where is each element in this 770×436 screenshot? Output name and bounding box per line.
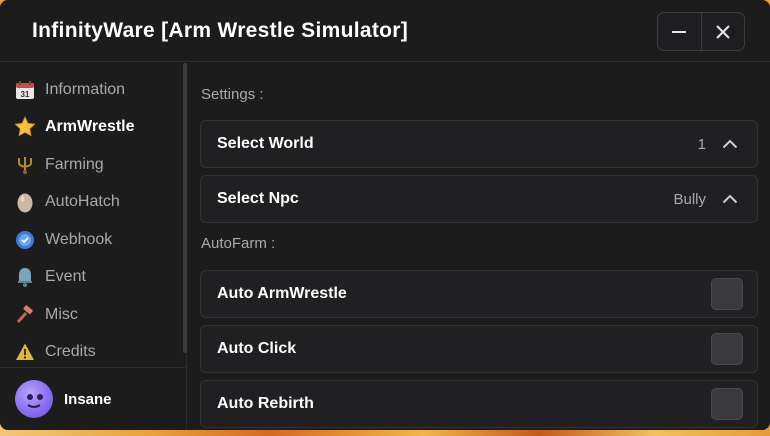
sidebar-item-label: Information	[45, 81, 126, 98]
username: Insane	[64, 390, 112, 408]
sidebar-item-information[interactable]: 31 Information	[0, 73, 180, 107]
sidebar-item-label: Farming	[45, 156, 104, 173]
egg-icon	[14, 191, 36, 213]
sidebar-item-label: Webhook	[45, 231, 113, 248]
sidebar-item-label: AutoHatch	[45, 193, 120, 210]
checkbox[interactable]	[711, 333, 743, 365]
toggle-label: Auto Click	[217, 340, 297, 357]
script-hub-window: InfinityWare [Arm Wrestle Simulator] 31 …	[0, 0, 770, 430]
sidebar: 31 Information ArmWrestle Farming AutoHa…	[0, 63, 187, 430]
star-icon	[14, 116, 36, 138]
warning-icon	[14, 341, 36, 363]
auto-click-toggle[interactable]: Auto Click	[200, 325, 758, 373]
auto-rebirth-toggle[interactable]: Auto Rebirth	[200, 380, 758, 428]
hammer-icon	[14, 304, 36, 326]
user-profile: Insane	[0, 367, 187, 430]
svg-text:31: 31	[21, 90, 30, 99]
calendar-icon: 31	[14, 79, 36, 101]
x-icon	[716, 24, 730, 39]
sidebar-scrollbar[interactable]	[183, 63, 187, 353]
sidebar-item-event[interactable]: Event	[0, 260, 180, 294]
sidebar-item-webhook[interactable]: Webhook	[0, 223, 180, 257]
avatar	[15, 380, 53, 418]
shield-badge-icon	[14, 229, 36, 251]
checkbox[interactable]	[711, 388, 743, 420]
content-panel: Settings : Select World 1 Select Npc Bul…	[188, 63, 770, 430]
sidebar-item-autohatch[interactable]: AutoHatch	[0, 185, 180, 219]
sidebar-item-armwrestle[interactable]: ArmWrestle	[0, 110, 180, 144]
sidebar-item-credits[interactable]: Credits	[0, 335, 180, 369]
sidebar-item-label: Event	[45, 268, 86, 285]
checkbox[interactable]	[711, 278, 743, 310]
window-controls	[657, 12, 745, 51]
sidebar-item-label: Credits	[45, 343, 96, 360]
window-title: InfinityWare [Arm Wrestle Simulator]	[32, 19, 409, 42]
sidebar-item-label: ArmWrestle	[45, 118, 135, 135]
title-bar[interactable]: InfinityWare [Arm Wrestle Simulator]	[0, 0, 770, 62]
auto-armwrestle-toggle[interactable]: Auto ArmWrestle	[200, 270, 758, 318]
select-npc-dropdown[interactable]: Select Npc Bully	[200, 175, 758, 223]
sidebar-item-farming[interactable]: Farming	[0, 148, 180, 182]
toggle-label: Auto Rebirth	[217, 395, 314, 412]
bell-icon	[14, 266, 36, 288]
select-world-dropdown[interactable]: Select World 1	[200, 120, 758, 168]
dropdown-value: 1	[697, 135, 706, 153]
sidebar-item-misc[interactable]: Misc	[0, 298, 180, 332]
dropdown-label: Select Npc	[217, 190, 299, 207]
sidebar-item-label: Misc	[45, 306, 78, 323]
chevron-up-icon	[720, 189, 740, 209]
minimize-button[interactable]	[658, 13, 701, 50]
trident-icon	[14, 154, 36, 176]
autofarm-section-label: AutoFarm :	[201, 235, 276, 252]
toggle-label: Auto ArmWrestle	[217, 285, 347, 302]
chevron-up-icon	[720, 134, 740, 154]
dropdown-label: Select World	[217, 135, 314, 152]
settings-section-label: Settings :	[201, 86, 264, 103]
close-button[interactable]	[700, 13, 744, 50]
minus-icon	[672, 30, 687, 33]
dropdown-value: Bully	[673, 190, 706, 208]
